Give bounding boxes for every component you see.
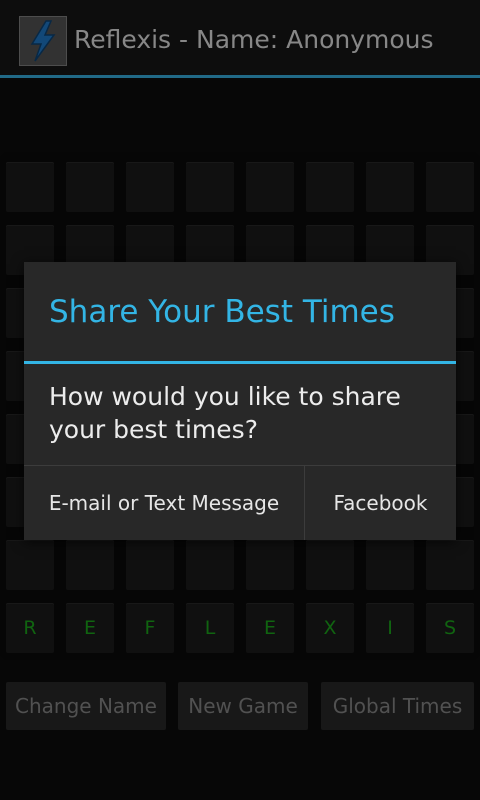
- dialog-message: How would you like to share your best ti…: [49, 382, 401, 444]
- dialog-title: Share Your Best Times: [49, 294, 395, 330]
- email-or-text-button[interactable]: E-mail or Text Message: [24, 466, 304, 540]
- dialog-title-divider: [24, 361, 456, 364]
- share-dialog: Share Your Best Times How would you like…: [24, 262, 456, 540]
- dialog-button-bar: E-mail or Text Message Facebook: [24, 465, 456, 540]
- facebook-button[interactable]: Facebook: [305, 466, 456, 540]
